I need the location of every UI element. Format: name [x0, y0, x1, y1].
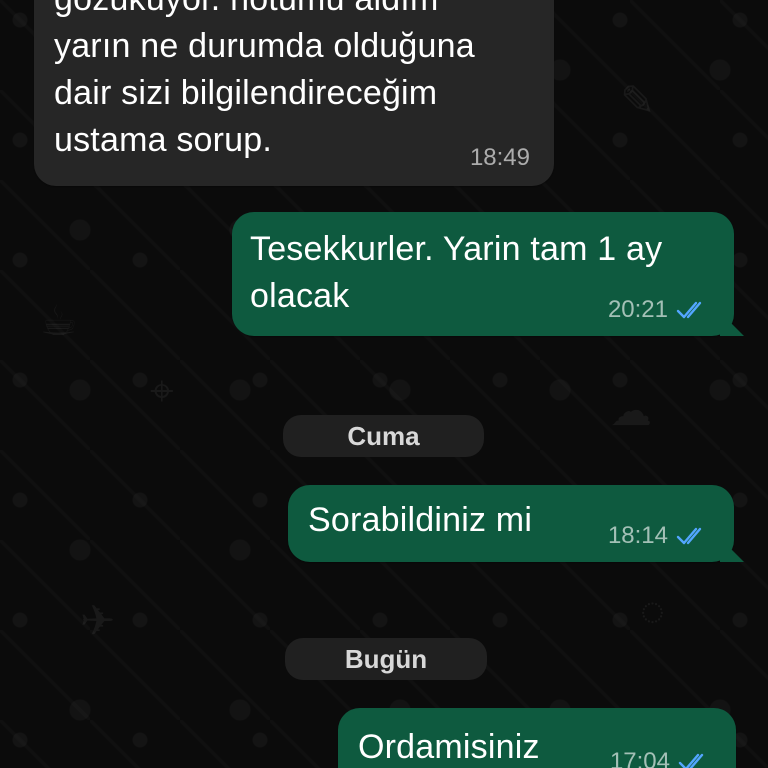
message-time: 18:14 — [608, 522, 710, 550]
message-time: 20:21 — [608, 296, 710, 324]
message-text: Ordamisiniz — [358, 728, 540, 766]
chat-wallpaper-doodle-icon: ✎ — [620, 77, 656, 124]
chat-wallpaper-doodle-icon: ✈ — [80, 597, 116, 644]
outgoing-message-bubble[interactable]: Ordamisiniz 17:04 — [338, 708, 736, 768]
double-check-read-icon — [676, 301, 702, 319]
chat-wallpaper-doodle-icon: ⌖ — [150, 367, 174, 414]
incoming-message-bubble[interactable]: gözüküyor. notumu aldım yarın ne durumda… — [34, 0, 554, 186]
double-check-read-icon — [678, 753, 704, 768]
outgoing-message-bubble[interactable]: Tesekkurler. Yarin tam 1 ay olacak 20:21 — [232, 212, 734, 336]
outgoing-message-bubble[interactable]: Sorabildiniz mi 18:14 — [288, 485, 734, 562]
date-separator: Bugün — [285, 638, 487, 680]
date-separator-label: Bugün — [344, 643, 428, 674]
message-time: 17:04 — [610, 748, 712, 768]
chat-wallpaper-doodle-icon: ☕ — [40, 297, 78, 344]
message-time-label: 18:49 — [469, 144, 530, 171]
chat-thread: ✎ ☕ ⌖ ☁ ✈ ◌ gözüküyor. notumu aldım yarı… — [0, 0, 768, 768]
message-time-label: 20:21 — [607, 296, 668, 323]
chat-wallpaper-doodle-icon: ◌ — [640, 587, 665, 634]
date-separator-label: Cuma — [347, 420, 420, 451]
message-text: Sorabildiniz mi — [308, 501, 533, 539]
message-time-label: 18:14 — [607, 522, 668, 549]
message-time-label: 17:04 — [609, 748, 670, 768]
message-text: gözüküyor. notumu aldım yarın ne durumda… — [54, 0, 475, 159]
message-time: 18:49 — [470, 144, 530, 172]
double-check-read-icon — [676, 527, 702, 545]
date-separator: Cuma — [283, 415, 484, 457]
chat-wallpaper-doodle-icon: ☁ — [610, 387, 652, 434]
